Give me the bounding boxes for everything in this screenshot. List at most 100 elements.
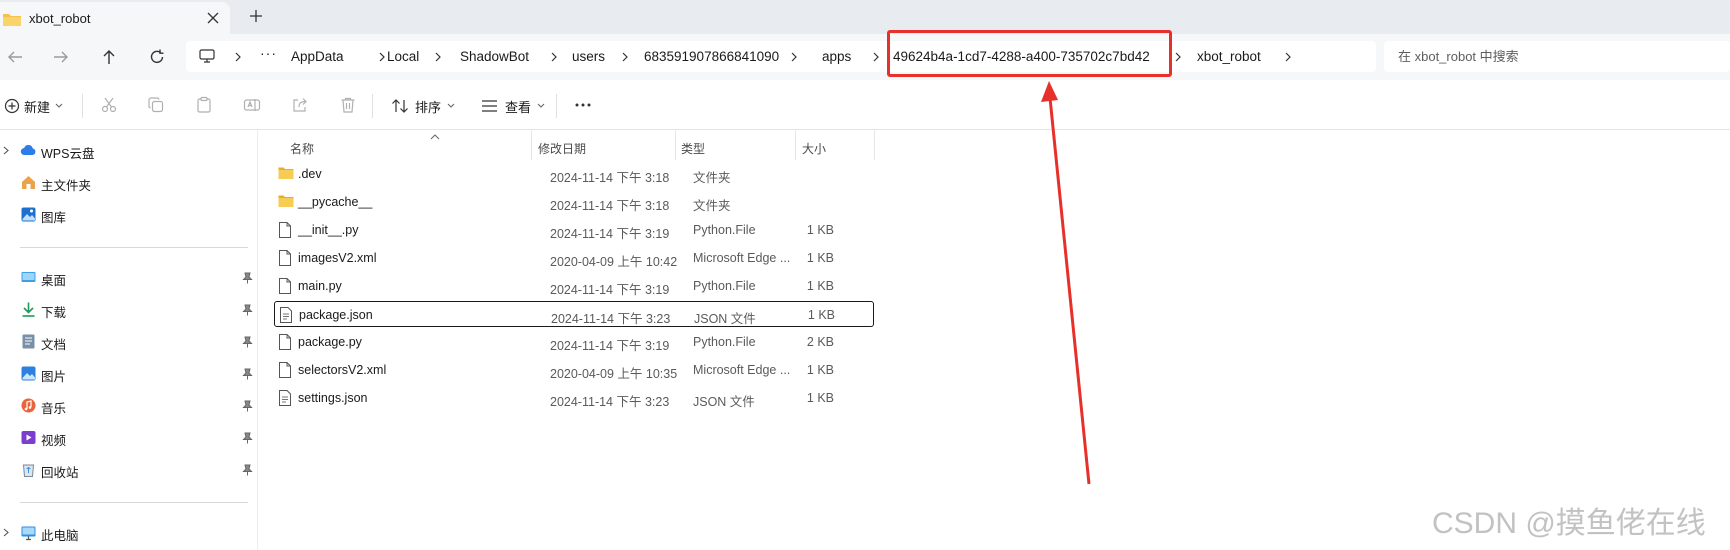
column-header-name[interactable]: 名称 — [290, 134, 530, 160]
chevron-down-icon — [447, 103, 455, 109]
home-icon — [20, 174, 37, 191]
view-button[interactable]: 查看 — [481, 96, 545, 116]
chevron-right-icon — [872, 52, 880, 62]
new-button[interactable]: 新建 — [4, 96, 63, 116]
file-size: 1 KB — [807, 308, 835, 322]
file-name: package.py — [298, 335, 362, 349]
pin-icon[interactable] — [242, 400, 253, 412]
sort-button[interactable]: 排序 — [391, 96, 455, 116]
forward-arrow-icon[interactable] — [52, 48, 70, 66]
column-header-size[interactable]: 大小 — [802, 134, 872, 160]
file-date: 2024-11-14 下午 3:19 — [550, 339, 670, 353]
file-size: 1 KB — [806, 223, 834, 237]
tab-xbot-robot[interactable]: xbot_robot — [0, 2, 230, 34]
close-icon[interactable] — [207, 12, 219, 24]
file-row[interactable]: settings.json 2024-11-14 下午 3:23 JSON 文件… — [274, 385, 1134, 411]
pin-icon[interactable] — [242, 432, 253, 444]
file-row[interactable]: .dev 2024-11-14 下午 3:18 文件夹 — [274, 161, 1134, 187]
this-pc-icon — [20, 524, 37, 541]
rename-icon[interactable] — [243, 96, 261, 114]
chevron-right-icon[interactable] — [3, 528, 9, 537]
file-type: 文件夹 — [693, 199, 731, 213]
pin-icon[interactable] — [242, 336, 253, 348]
breadcrumb-appdata[interactable]: AppData — [291, 49, 344, 64]
chevron-right-icon — [1174, 52, 1182, 62]
sidebar-item-this-pc[interactable]: 此电脑 — [0, 520, 258, 546]
chevron-right-icon — [1284, 52, 1292, 62]
cut-icon[interactable] — [100, 96, 118, 114]
file-row[interactable]: __pycache__ 2024-11-14 下午 3:18 文件夹 — [274, 189, 1134, 215]
sidebar-item-home[interactable]: 主文件夹 — [0, 170, 258, 196]
sidebar-label: WPS云盘 — [41, 147, 95, 161]
sidebar-item-recycle-bin[interactable]: 回收站 — [0, 457, 258, 483]
sidebar-item-music[interactable]: 音乐 — [0, 393, 258, 419]
folder-icon — [2, 12, 22, 27]
column-label: 类型 — [681, 142, 706, 156]
sidebar-item-documents[interactable]: 文档 — [0, 329, 258, 355]
breadcrumb-apps[interactable]: apps — [822, 49, 851, 64]
search-box[interactable] — [1384, 41, 1730, 72]
address-bar[interactable]: ··· AppData Local ShadowBot users 683591… — [186, 41, 1376, 72]
json-file-icon — [278, 390, 294, 406]
pin-icon[interactable] — [242, 464, 253, 476]
column-divider[interactable] — [795, 130, 796, 160]
refresh-icon[interactable] — [148, 48, 166, 66]
up-arrow-icon[interactable] — [100, 48, 118, 66]
file-size: 1 KB — [806, 363, 834, 377]
chevron-right-icon — [790, 52, 798, 62]
sidebar-item-pictures[interactable]: 图片 — [0, 361, 258, 387]
cloud-icon — [20, 142, 37, 159]
file-type: 文件夹 — [693, 171, 731, 185]
sidebar-item-videos[interactable]: 视频 — [0, 425, 258, 451]
folder-icon — [278, 194, 294, 210]
column-label: 名称 — [290, 142, 315, 156]
file-row[interactable]: selectorsV2.xml 2020-04-09 上午 10:35 Micr… — [274, 357, 1134, 383]
breadcrumb-local[interactable]: Local — [387, 49, 419, 64]
sidebar-label: 图库 — [41, 211, 67, 225]
pin-icon[interactable] — [242, 368, 253, 380]
sidebar-item-gallery[interactable]: 图库 — [0, 202, 258, 228]
sidebar-item-downloads[interactable]: 下载 — [0, 297, 258, 323]
copy-icon[interactable] — [147, 96, 165, 114]
pin-icon[interactable] — [242, 304, 253, 316]
file-name: __init__.py — [298, 223, 359, 237]
sidebar-label: 主文件夹 — [41, 179, 92, 193]
column-header-date[interactable]: 修改日期 — [538, 134, 668, 160]
paste-icon[interactable] — [195, 96, 213, 114]
file-row[interactable]: main.py 2024-11-14 下午 3:19 Python.File 1… — [274, 273, 1134, 299]
back-arrow-icon[interactable] — [6, 48, 24, 66]
column-header-type[interactable]: 类型 — [681, 134, 791, 160]
chevron-right-icon — [550, 52, 558, 62]
more-options-icon[interactable] — [574, 96, 592, 114]
file-icon — [278, 278, 294, 294]
file-row-selected[interactable]: package.json 2024-11-14 下午 3:23 JSON 文件 … — [274, 301, 874, 327]
breadcrumb-xbot-robot[interactable]: xbot_robot — [1197, 49, 1261, 64]
file-size: 1 KB — [806, 391, 834, 405]
file-date: 2024-11-14 下午 3:23 — [550, 395, 670, 409]
sidebar-item-desktop[interactable]: 桌面 — [0, 265, 258, 291]
chevron-right-icon — [378, 52, 386, 62]
sidebar-divider — [20, 502, 248, 503]
breadcrumb-shadowbot[interactable]: ShadowBot — [460, 49, 529, 64]
file-row[interactable]: __init__.py 2024-11-14 下午 3:19 Python.Fi… — [274, 217, 1134, 243]
share-icon[interactable] — [291, 96, 309, 114]
column-divider[interactable] — [874, 130, 875, 160]
breadcrumb-users[interactable]: users — [572, 49, 605, 64]
toolbar-divider — [556, 94, 557, 118]
folder-icon — [278, 166, 294, 182]
column-divider[interactable] — [531, 130, 532, 160]
file-size: 1 KB — [806, 251, 834, 265]
file-icon — [278, 250, 294, 266]
file-row[interactable]: package.py 2024-11-14 下午 3:19 Python.Fil… — [274, 329, 1134, 355]
file-row[interactable]: imagesV2.xml 2020-04-09 上午 10:42 Microso… — [274, 245, 1134, 271]
sidebar-divider — [20, 247, 248, 248]
sidebar-item-wps-cloud[interactable]: WPS云盘 — [0, 138, 258, 164]
new-tab-plus-icon[interactable] — [249, 9, 263, 23]
column-divider[interactable] — [675, 130, 676, 160]
search-input[interactable] — [1398, 46, 1718, 66]
pin-icon[interactable] — [242, 272, 253, 284]
delete-icon[interactable] — [339, 96, 357, 114]
breadcrumb-user-id[interactable]: 683591907866841090 — [644, 49, 779, 64]
chevron-right-icon[interactable] — [3, 146, 9, 155]
more-crumbs-ellipsis[interactable]: ··· — [260, 45, 277, 61]
